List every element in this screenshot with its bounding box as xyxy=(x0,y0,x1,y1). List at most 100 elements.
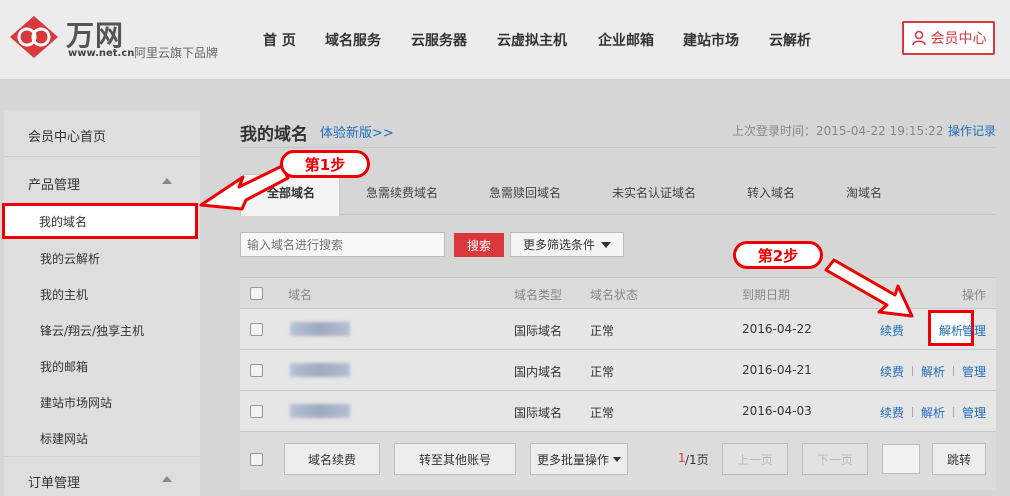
logo-tagline: 阿里云旗下品牌 xyxy=(134,46,219,60)
more-filters-label: 更多筛选条件 xyxy=(522,238,595,252)
manage-link[interactable]: 管理 xyxy=(962,404,986,421)
step1-callout: 第1步 xyxy=(280,150,370,178)
sidebar-item-label: 我的域名 xyxy=(39,215,88,229)
page-title: 我的域名 xyxy=(240,125,308,145)
tabs-divider xyxy=(240,214,996,215)
select-all-checkbox[interactable] xyxy=(250,287,263,300)
caret-up-icon[interactable] xyxy=(162,476,172,482)
tab-all-domains-label[interactable]: 全部域名 xyxy=(267,184,315,201)
sidebar-item-standard-site[interactable]: 标建网站 xyxy=(40,430,88,447)
nav-domain-service[interactable]: 域名服务 xyxy=(325,30,381,50)
jump-button[interactable]: 跳转 xyxy=(932,443,986,475)
sidebar-divider xyxy=(4,456,200,457)
domain-type: 国内域名 xyxy=(514,365,563,379)
more-filters-button[interactable]: 更多筛选条件 xyxy=(510,232,624,257)
sidebar-group-product[interactable]: 产品管理 xyxy=(28,174,80,193)
title-divider xyxy=(240,147,996,148)
step2-callout: 第2步 xyxy=(733,241,823,269)
page-total: /1页 xyxy=(685,453,709,467)
sidebar: 会员中心首页 产品管理 我的云解析 我的主机 锋云/翔云/独享主机 我的邮箱 建… xyxy=(4,110,200,496)
col-domain: 域名 xyxy=(288,288,313,302)
resolve-link[interactable]: 解析 xyxy=(939,322,963,339)
blurred-domain-name[interactable] xyxy=(290,363,350,377)
expiry-date: 2016-04-22 xyxy=(742,322,812,336)
user-icon xyxy=(911,30,926,46)
nav-virtual-host[interactable]: 云虚拟主机 xyxy=(497,30,567,50)
caret-down-icon xyxy=(601,241,611,248)
member-center-label: 会员中心 xyxy=(930,31,987,47)
caret-down-icon xyxy=(613,456,621,462)
nav-home[interactable]: 首 页 xyxy=(263,30,296,50)
sidebar-member-home[interactable]: 会员中心首页 xyxy=(28,126,106,145)
sidebar-item-mailbox[interactable]: 我的邮箱 xyxy=(40,358,88,375)
logo-url-text: www.net.cn xyxy=(68,48,135,59)
wanwang-logo-icon xyxy=(10,16,58,58)
row-checkbox[interactable] xyxy=(250,323,263,336)
nav-cloud-server[interactable]: 云服务器 xyxy=(411,30,467,50)
col-status: 域名状态 xyxy=(590,288,639,302)
domain-status: 正常 xyxy=(590,324,615,338)
domain-table: 域名 域名类型 域名状态 到期日期 操作 国际域名 正常 2016-04-22 … xyxy=(240,277,996,496)
expiry-date: 2016-04-21 xyxy=(742,363,812,377)
transfer-account-button[interactable]: 转至其他账号 xyxy=(394,443,516,475)
select-all-checkbox[interactable] xyxy=(250,453,263,466)
prev-page-button[interactable]: 上一页 xyxy=(722,443,788,475)
sidebar-item-cloud-dns[interactable]: 我的云解析 xyxy=(40,250,100,267)
tab-tao-domain[interactable]: 淘域名 xyxy=(846,184,882,201)
main-content: 我的域名 体验新版>> 上次登录时间：2015-04-22 19:15:22 操… xyxy=(222,80,1010,496)
search-button[interactable]: 搜索 xyxy=(454,233,504,257)
batch-operations-select[interactable]: 更多批量操作 xyxy=(530,443,628,475)
col-type: 域名类型 xyxy=(514,288,563,302)
domain-type: 国际域名 xyxy=(514,324,563,338)
renew-link[interactable]: 续费 xyxy=(880,322,904,339)
separator xyxy=(953,366,954,376)
caret-up-icon[interactable] xyxy=(162,178,172,184)
tab-urgent-renew[interactable]: 急需续费域名 xyxy=(366,184,438,201)
sidebar-item-site-market[interactable]: 建站市场网站 xyxy=(40,394,112,411)
separator xyxy=(953,407,954,417)
domain-search-input[interactable] xyxy=(240,232,445,257)
table-row: 国际域名 正常 2016-04-22 续费 解析 管理 xyxy=(240,309,996,350)
nav-enterprise-mail[interactable]: 企业邮箱 xyxy=(598,30,654,50)
domain-type: 国际域名 xyxy=(514,406,563,420)
row-checkbox[interactable] xyxy=(250,405,263,418)
manage-link[interactable]: 管理 xyxy=(962,322,986,339)
resolve-link[interactable]: 解析 xyxy=(921,363,945,380)
separator xyxy=(912,407,913,417)
batch-renew-button[interactable]: 域名续费 xyxy=(284,443,380,475)
sidebar-item-my-domains[interactable]: 我的域名 xyxy=(2,203,198,239)
page-number-input[interactable] xyxy=(882,444,920,474)
sidebar-item-dedicated-hosts[interactable]: 锋云/翔云/独享主机 xyxy=(40,322,144,339)
operation-log-link[interactable]: 操作记录 xyxy=(948,122,996,139)
table-footer: 域名续费 转至其他账号 更多批量操作 1 /1页 上一页 下一页 跳转 xyxy=(240,432,996,490)
domain-status: 正常 xyxy=(590,365,615,379)
row-checkbox[interactable] xyxy=(250,364,263,377)
last-login-time: 上次登录时间：2015-04-22 19:15:22 xyxy=(732,124,944,138)
nav-cloud-dns[interactable]: 云解析 xyxy=(769,30,811,50)
nav-site-market[interactable]: 建站市场 xyxy=(683,30,739,50)
top-header: 万网 www.net.cn 阿里云旗下品牌 首 页 域名服务 云服务器 云虚拟主… xyxy=(0,0,1010,80)
renew-link[interactable]: 续费 xyxy=(880,363,904,380)
separator xyxy=(912,366,913,376)
sidebar-group-order[interactable]: 订单管理 xyxy=(28,472,80,491)
expiry-date: 2016-04-03 xyxy=(742,404,812,418)
col-actions: 操作 xyxy=(962,288,987,302)
domain-status: 正常 xyxy=(590,406,615,420)
blurred-domain-name[interactable] xyxy=(290,322,350,336)
table-row: 国际域名 正常 2016-04-03 续费 解析 管理 xyxy=(240,391,996,432)
tab-urgent-redeem[interactable]: 急需赎回域名 xyxy=(489,184,561,201)
next-page-button[interactable]: 下一页 xyxy=(802,443,868,475)
manage-link[interactable]: 管理 xyxy=(962,363,986,380)
sidebar-item-hosts[interactable]: 我的主机 xyxy=(40,286,88,303)
site-logo[interactable]: 万网 www.net.cn 阿里云旗下品牌 xyxy=(8,12,223,62)
try-new-version-link[interactable]: 体验新版>> xyxy=(320,122,394,141)
table-header: 域名 域名类型 域名状态 到期日期 操作 xyxy=(240,277,996,309)
tab-transfer-in[interactable]: 转入域名 xyxy=(747,184,795,201)
member-center-button[interactable]: 会员中心 xyxy=(902,21,995,55)
sidebar-divider xyxy=(4,156,200,157)
resolve-link[interactable]: 解析 xyxy=(921,404,945,421)
renew-link[interactable]: 续费 xyxy=(880,404,904,421)
blurred-domain-name[interactable] xyxy=(290,404,350,418)
tab-unverified[interactable]: 未实名认证域名 xyxy=(612,184,696,201)
col-expiry: 到期日期 xyxy=(742,288,791,302)
